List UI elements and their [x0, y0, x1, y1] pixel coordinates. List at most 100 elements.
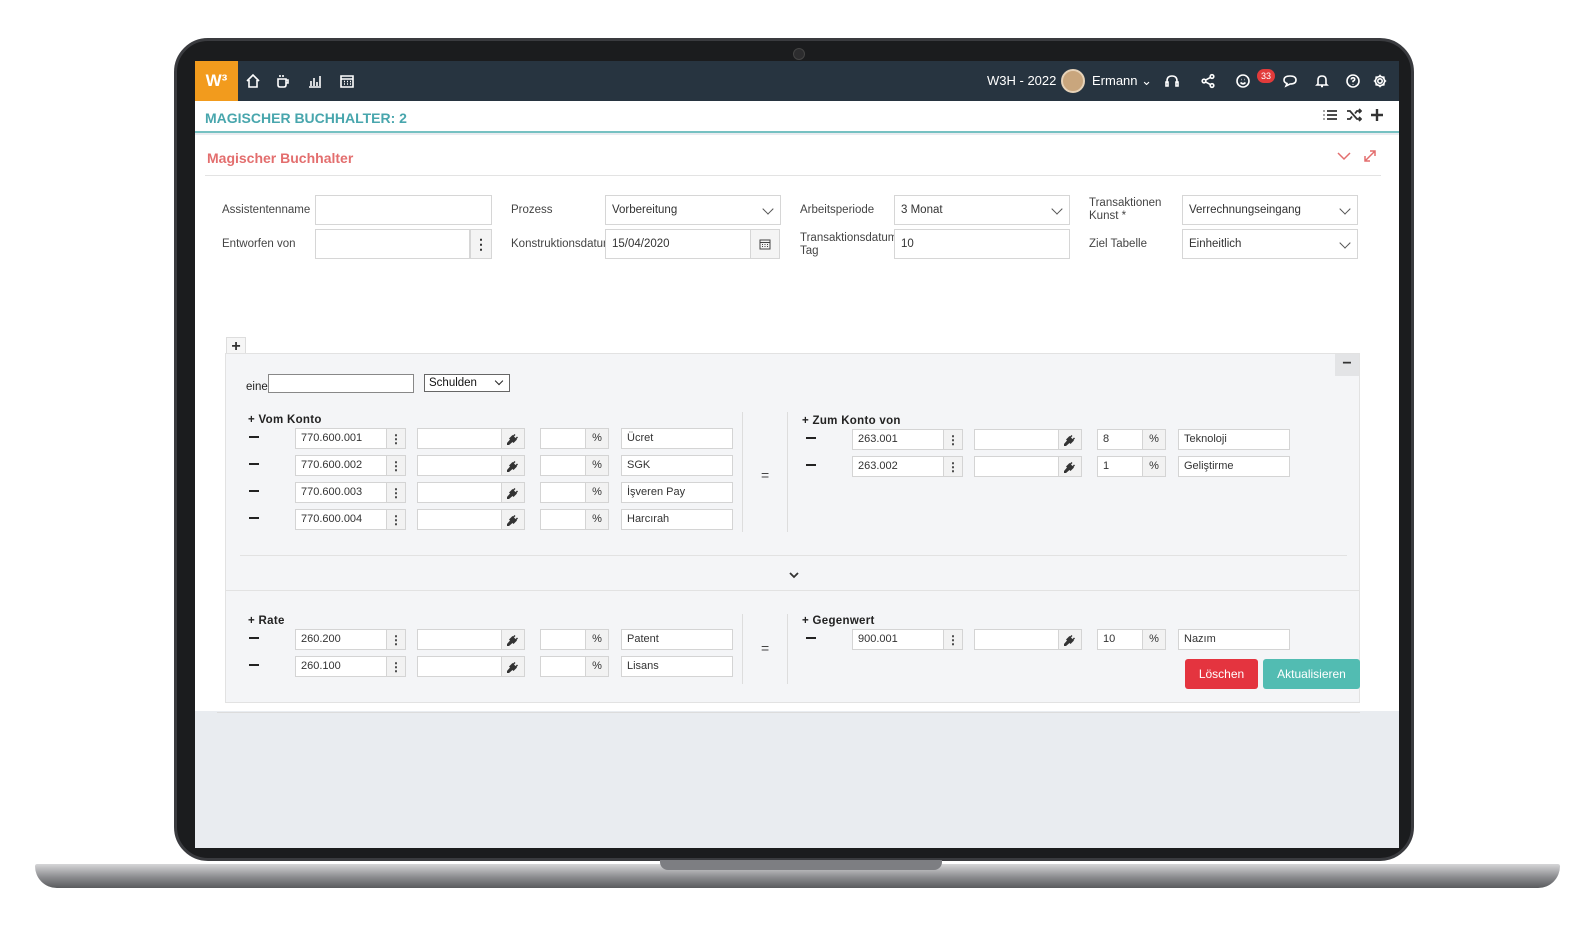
construction-date-input[interactable]: 15/04/2020 [605, 229, 751, 259]
plug-icon[interactable] [501, 656, 525, 677]
update-button[interactable]: Aktualisieren [1263, 659, 1360, 689]
smiley-icon[interactable] [1233, 71, 1253, 91]
rate-account-input[interactable]: 260.100 [295, 656, 387, 677]
to-account-header[interactable]: + Zum Konto von [802, 415, 901, 427]
plug-icon[interactable] [501, 509, 525, 530]
plug-icon[interactable] [501, 629, 525, 650]
calendar-icon[interactable] [750, 229, 780, 259]
remove-row-button[interactable] [806, 464, 816, 466]
shuffle-icon[interactable] [1346, 107, 1364, 125]
help-icon[interactable] [1343, 71, 1363, 91]
process-select[interactable]: Vorbereitung [605, 195, 781, 225]
account-options-button[interactable]: ⋮ [386, 656, 406, 677]
account-options-button[interactable]: ⋮ [943, 429, 963, 450]
chart-icon[interactable] [305, 71, 325, 91]
coffee-icon[interactable] [273, 71, 293, 91]
from-percent-input[interactable] [540, 482, 586, 503]
collapse-button[interactable]: − [1335, 354, 1359, 376]
account-options-button[interactable]: ⋮ [386, 455, 406, 476]
gear-icon[interactable] [1370, 71, 1390, 91]
account-options-button[interactable]: ⋮ [943, 629, 963, 650]
transaction-date-input[interactable]: 10 [894, 229, 1070, 259]
plug-icon[interactable] [501, 428, 525, 449]
remove-row-button[interactable] [806, 637, 816, 639]
to-description-input[interactable]: Geliştirme [1178, 456, 1290, 477]
company-year[interactable]: W3H - 2022 [987, 73, 1056, 88]
account-options-button[interactable]: ⋮ [386, 428, 406, 449]
to-ref-input[interactable] [974, 429, 1059, 450]
from-account-header[interactable]: + Vom Konto [248, 414, 322, 426]
from-description-input[interactable]: Ücret [621, 428, 733, 449]
designed-by-options-button[interactable]: ⋮ [470, 229, 492, 259]
chat-icon[interactable] [1280, 71, 1300, 91]
from-description-input[interactable]: SGK [621, 455, 733, 476]
expand-icon[interactable] [1363, 149, 1379, 165]
to-percent-input[interactable]: 1 [1097, 456, 1143, 477]
user-menu[interactable]: Ermann ⌄ [1092, 73, 1152, 89]
from-percent-input[interactable] [540, 428, 586, 449]
remove-row-button[interactable] [249, 490, 259, 492]
list-icon[interactable] [1322, 107, 1340, 125]
app-logo[interactable]: W³ [195, 61, 238, 101]
from-description-input[interactable]: Harcırah [621, 509, 733, 530]
target-table-select[interactable]: Einheitlich [1182, 229, 1358, 259]
to-account-input[interactable]: 263.001 [852, 429, 944, 450]
remove-row-button[interactable] [249, 436, 259, 438]
from-account-input[interactable]: 770.600.002 [295, 455, 387, 476]
account-options-button[interactable]: ⋮ [386, 482, 406, 503]
rate-account-input[interactable]: 260.200 [295, 629, 387, 650]
remove-row-button[interactable] [249, 664, 259, 666]
counter-description-input[interactable]: Nazım [1178, 629, 1290, 650]
plus-icon[interactable] [1369, 107, 1387, 125]
from-account-input[interactable]: 770.600.001 [295, 428, 387, 449]
calendar-icon[interactable] [337, 71, 357, 91]
chevron-down-icon[interactable] [789, 567, 799, 579]
plug-icon[interactable] [501, 455, 525, 476]
counter-ref-input[interactable] [974, 629, 1059, 650]
account-options-button[interactable]: ⋮ [943, 456, 963, 477]
delete-button[interactable]: Löschen [1185, 659, 1258, 689]
work-period-select[interactable]: 3 Monat [894, 195, 1070, 225]
to-percent-input[interactable]: 8 [1097, 429, 1143, 450]
to-ref-input[interactable] [974, 456, 1059, 477]
transactions-art-select[interactable]: Verrechnungseingang [1182, 195, 1358, 225]
plug-icon[interactable] [1058, 456, 1082, 477]
from-ref-input[interactable] [417, 482, 502, 503]
share-icon[interactable] [1198, 71, 1218, 91]
remove-row-button[interactable] [249, 517, 259, 519]
counter-account-input[interactable]: 900.001 [852, 629, 944, 650]
from-account-input[interactable]: 770.600.004 [295, 509, 387, 530]
rate-description-input[interactable]: Lisans [621, 656, 733, 677]
plug-icon[interactable] [501, 482, 525, 503]
plug-icon[interactable] [1058, 429, 1082, 450]
collapse-panel-icon[interactable] [1337, 149, 1353, 165]
account-options-button[interactable]: ⋮ [386, 629, 406, 650]
from-percent-input[interactable] [540, 509, 586, 530]
bell-icon[interactable] [1312, 71, 1332, 91]
rate-ref-input[interactable] [417, 629, 502, 650]
from-account-input[interactable]: 770.600.003 [295, 482, 387, 503]
rate-percent-input[interactable] [540, 656, 586, 677]
to-description-input[interactable]: Teknoloji [1178, 429, 1290, 450]
rate-header[interactable]: + Rate [248, 615, 285, 627]
remove-row-button[interactable] [249, 637, 259, 639]
account-options-button[interactable]: ⋮ [386, 509, 406, 530]
avatar[interactable] [1061, 69, 1085, 93]
eine-input[interactable] [268, 374, 414, 393]
from-percent-input[interactable] [540, 455, 586, 476]
plug-icon[interactable] [1058, 629, 1082, 650]
counter-percent-input[interactable]: 10 [1097, 629, 1143, 650]
rate-percent-input[interactable] [540, 629, 586, 650]
counter-header[interactable]: + Gegenwert [802, 615, 875, 627]
from-ref-input[interactable] [417, 428, 502, 449]
home-icon[interactable] [243, 71, 263, 91]
type-select[interactable]: Schulden [424, 374, 510, 392]
from-description-input[interactable]: İşveren Pay [621, 482, 733, 503]
assistant-name-input[interactable] [315, 195, 492, 225]
from-ref-input[interactable] [417, 509, 502, 530]
rate-ref-input[interactable] [417, 656, 502, 677]
rate-description-input[interactable]: Patent [621, 629, 733, 650]
remove-row-button[interactable] [806, 437, 816, 439]
headset-icon[interactable] [1162, 71, 1182, 91]
remove-row-button[interactable] [249, 463, 259, 465]
